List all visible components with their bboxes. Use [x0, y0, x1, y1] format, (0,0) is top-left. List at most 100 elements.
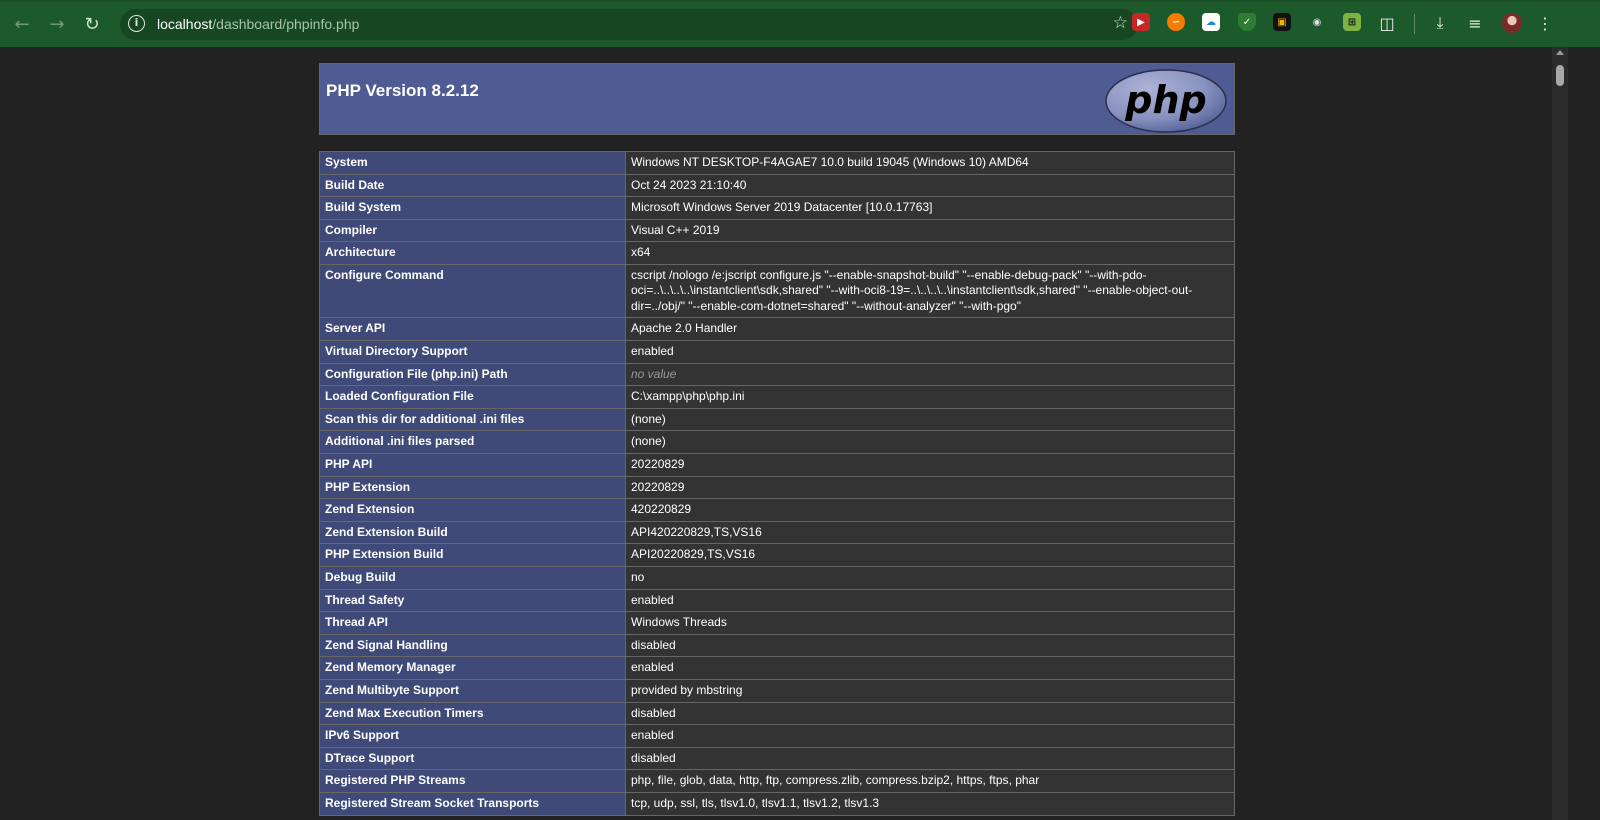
download-icon[interactable]: ⤓	[1428, 11, 1452, 35]
row-key: Server API	[319, 317, 626, 342]
vertical-scrollbar[interactable]	[1552, 47, 1568, 820]
row-value: API420220829,TS,VS16	[625, 520, 1235, 545]
row-key: Zend Extension Build	[319, 520, 626, 545]
table-row: Zend Max Execution Timers disabled	[319, 701, 1235, 726]
table-row: Registered PHP Streams php, file, glob, d…	[319, 769, 1235, 793]
extension-red-icon[interactable]: ▶	[1132, 13, 1150, 31]
row-key: IPv6 Support	[319, 724, 626, 748]
row-key: Registered PHP Streams	[319, 769, 626, 793]
table-row: Configure Command cscript /nologo /e:jscr…	[319, 263, 1235, 319]
kebab-menu-icon[interactable]: ⋮	[1533, 11, 1557, 35]
row-value: no	[625, 566, 1235, 590]
media-queue-icon[interactable]: ≡	[1463, 11, 1487, 35]
page-title: PHP Version 8.2.12	[326, 81, 479, 100]
table-row: Build Date Oct 24 2023 21:10:40	[319, 173, 1235, 198]
row-value: tcp, udp, ssl, tls, tlsv1.0, tlsv1.1, tl…	[625, 791, 1235, 816]
row-value: disabled	[625, 633, 1235, 658]
row-key: Zend Max Execution Timers	[319, 701, 626, 726]
scroll-up-arrow-icon[interactable]	[1556, 50, 1564, 55]
table-row: Registered Stream Socket Transports tcp, …	[319, 791, 1235, 816]
row-key: Zend Extension	[319, 498, 626, 522]
extension-cube-icon[interactable]: ▣	[1273, 13, 1291, 31]
table-row: Scan this dir for additional .ini files(…	[319, 407, 1235, 432]
tab-strip-edge	[0, 0, 1600, 2]
row-key: Zend Multibyte Support	[319, 678, 626, 703]
extension-cloud-icon[interactable]: ☁	[1202, 13, 1220, 31]
arrow-right-icon[interactable]: →	[43, 10, 71, 38]
extension-orange-icon[interactable]: ∽	[1167, 13, 1185, 31]
avatar[interactable]	[1502, 13, 1522, 33]
row-key: Compiler	[319, 218, 626, 243]
reload-icon[interactable]: ↻	[78, 10, 106, 38]
row-key: Additional .ini files parsed	[319, 430, 626, 455]
row-key: PHP Extension Build	[319, 543, 626, 567]
row-value: provided by mbstring	[625, 678, 1235, 703]
table-row: PHP API 20220829	[319, 453, 1235, 477]
row-value: C:\xampp\php\php.ini	[625, 385, 1235, 409]
row-value: 20220829	[625, 475, 1235, 500]
php-logo: php	[1105, 69, 1227, 133]
row-key: Registered Stream Socket Transports	[319, 791, 626, 816]
row-key: Debug Build	[319, 566, 626, 590]
star-icon[interactable]: ☆	[1113, 13, 1128, 33]
scrollbar-thumb[interactable]	[1556, 65, 1564, 86]
row-key: DTrace Support	[319, 746, 626, 771]
row-value: enabled	[625, 656, 1235, 680]
row-value: php, file, glob, data, http, ftp, compre…	[625, 769, 1235, 793]
row-value: Microsoft Windows Server 2019 Datacenter…	[625, 196, 1235, 220]
row-value: 420220829	[625, 498, 1235, 522]
address-bar[interactable]: i localhost/dashboard/phpinfo.php ☆	[120, 9, 1138, 40]
table-row: Server API Apache 2.0 Handler	[319, 317, 1235, 342]
row-value: API20220829,TS,VS16	[625, 543, 1235, 567]
extension-shield-icon[interactable]: ✓	[1238, 13, 1256, 31]
address-url[interactable]: localhost/dashboard/phpinfo.php	[157, 16, 359, 32]
row-key: PHP Extension	[319, 475, 626, 500]
row-value: no value	[625, 362, 1235, 387]
url-host: localhost	[157, 16, 213, 32]
table-row: Configuration File (php.ini) Path no valu…	[319, 362, 1235, 387]
row-key: Configure Command	[319, 263, 626, 319]
row-value: enabled	[625, 588, 1235, 613]
arrow-left-icon[interactable]: ←	[8, 10, 36, 38]
row-key: Zend Signal Handling	[319, 633, 626, 658]
row-value: Visual C++ 2019	[625, 218, 1235, 243]
row-key: Architecture	[319, 241, 626, 265]
table-row: IPv6 Support enabled	[319, 724, 1235, 748]
row-value: x64	[625, 241, 1235, 265]
url-path: /dashboard/phpinfo.php	[212, 16, 360, 32]
row-value: 20220829	[625, 453, 1235, 477]
table-row: Zend Memory Manager enabled	[319, 656, 1235, 680]
table-row: PHP Extension Build API20220829,TS,VS16	[319, 543, 1235, 567]
row-key: Thread API	[319, 611, 626, 635]
extension-eye-icon[interactable]: ◉	[1308, 13, 1326, 31]
info-icon[interactable]: i	[128, 15, 145, 32]
table-row: Compiler Visual C++ 2019	[319, 218, 1235, 243]
row-key: Zend Memory Manager	[319, 656, 626, 680]
puzzle-icon[interactable]: ◫	[1375, 11, 1399, 35]
table-row: Thread Safety enabled	[319, 588, 1235, 613]
row-key: PHP API	[319, 453, 626, 477]
table-row: Architecture x64	[319, 241, 1235, 265]
table-row: Zend Extension Build API420220829,TS,VS16	[319, 520, 1235, 545]
php-logo-text: php	[1124, 78, 1206, 122]
window-edge	[1568, 47, 1600, 820]
table-row: Thread API Windows Threads	[319, 611, 1235, 635]
row-value: enabled	[625, 724, 1235, 748]
table-row: Zend Multibyte Support provided by mbstri…	[319, 678, 1235, 703]
table-row: Zend Signal Handling disabled	[319, 633, 1235, 658]
extension-grid-icon[interactable]: ⊞	[1343, 13, 1361, 31]
row-key: Loaded Configuration File	[319, 385, 626, 409]
browser-toolbar: ← → ↻ i localhost/dashboard/phpinfo.php …	[0, 0, 1600, 47]
row-value: Oct 24 2023 21:10:40	[625, 173, 1235, 198]
row-value: Apache 2.0 Handler	[625, 317, 1235, 342]
table-row: Virtual Directory Support enabled	[319, 340, 1235, 364]
toolbar-separator	[1414, 14, 1415, 34]
row-key: Build Date	[319, 173, 626, 198]
row-value: Windows NT DESKTOP-F4AGAE7 10.0 build 19…	[625, 151, 1235, 175]
row-value: disabled	[625, 701, 1235, 726]
row-key: Thread Safety	[319, 588, 626, 613]
table-row: Loaded Configuration File C:\xampp\php\ph…	[319, 385, 1235, 409]
row-value: (none)	[625, 407, 1235, 432]
table-row: Debug Build no	[319, 566, 1235, 590]
table-row: PHP Extension 20220829	[319, 475, 1235, 500]
